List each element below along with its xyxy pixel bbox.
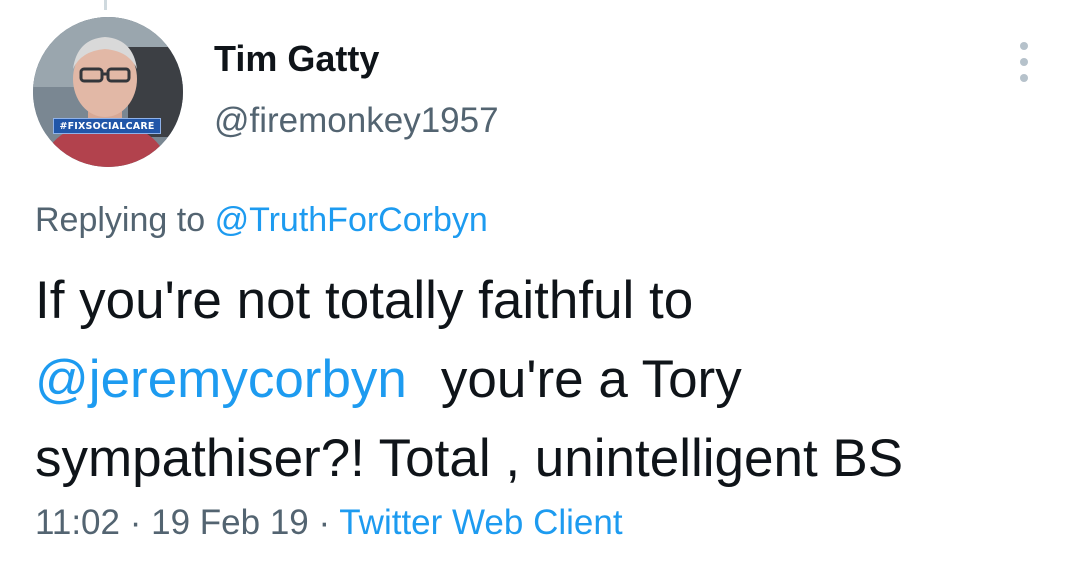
tweet-time[interactable]: 11:02 (35, 503, 120, 542)
mention-link[interactable]: @jeremycorbyn (35, 350, 407, 409)
tweet-date[interactable]: 19 Feb 19 (151, 503, 309, 542)
tweet-text-line: sympathiser?! Total , unintelligent BS (35, 429, 904, 488)
avatar-photo (33, 17, 183, 167)
tweet-text: If you're not totally faithful to @jerem… (35, 261, 1065, 498)
avatar-hashtag-badge: #FIXSOCIALCARE (53, 118, 161, 134)
tweet-text-fragment: you're a Tory (440, 350, 742, 409)
replying-to-handle-link[interactable]: @TruthForCorbyn (215, 201, 488, 239)
more-options-button[interactable] (1010, 40, 1038, 84)
tweet-source-link[interactable]: Twitter Web Client (339, 503, 622, 542)
thread-connector-line (104, 0, 107, 10)
author-display-name[interactable]: Tim Gatty (214, 38, 379, 80)
tweet-text-line: If you're not totally faithful to (35, 271, 694, 330)
more-vertical-icon-dot (1020, 58, 1028, 66)
author-handle[interactable]: @firemonkey1957 (214, 101, 499, 141)
meta-separator: · (129, 503, 142, 542)
meta-separator: · (318, 503, 331, 542)
replying-to-line: Replying to @TruthForCorbyn (35, 201, 488, 240)
more-vertical-icon-dot (1020, 74, 1028, 82)
tweet-metadata: 11:02 · 19 Feb 19 · Twitter Web Client (35, 503, 623, 543)
replying-to-label: Replying to (35, 201, 206, 239)
avatar[interactable]: #FIXSOCIALCARE (33, 17, 183, 167)
tweet-card: #FIXSOCIALCARE Tim Gatty @firemonkey1957… (0, 0, 1079, 573)
tweet-text-line: @jeremycorbyn you're a Tory (35, 340, 1065, 419)
more-vertical-icon (1020, 42, 1028, 50)
